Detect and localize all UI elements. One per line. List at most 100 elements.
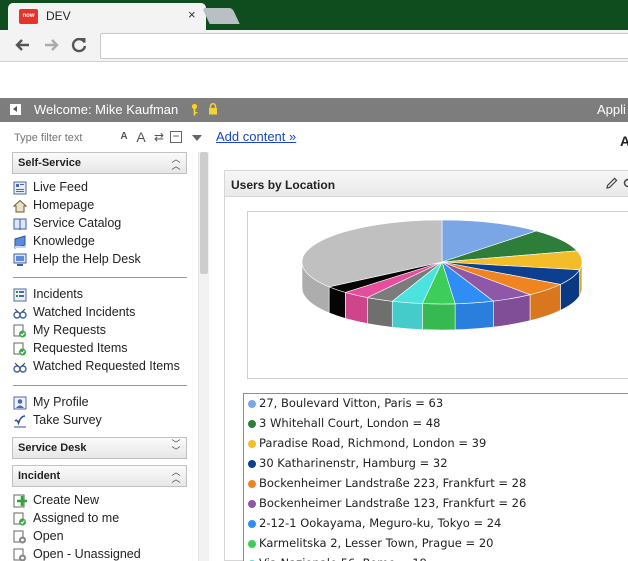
legend-item[interactable]: 3 Whitehall Court, London = 48 — [244, 414, 628, 434]
app-header-bar: Welcome: Mike Kaufman Appli — [0, 98, 628, 122]
sidebar-scroll-thumb[interactable] — [200, 152, 208, 274]
pie-slice-side-9[interactable] — [367, 297, 393, 328]
nav-item-label: Incidents — [33, 287, 84, 301]
page-title: A — [620, 133, 628, 149]
request-icon — [13, 342, 26, 356]
dropdown-arrow-icon[interactable] — [192, 135, 202, 141]
watch-icon — [13, 308, 27, 319]
nav-item-label: Open - Unassigned — [33, 547, 141, 561]
request-icon — [13, 324, 26, 338]
key-icon[interactable] — [190, 103, 199, 116]
section-header-self-service[interactable]: Self-Service ︿ ︿ — [12, 152, 187, 174]
help-desk-icon — [13, 253, 27, 266]
section-header-incident[interactable]: Incident ︿ ︿ — [12, 465, 187, 487]
nav-item-label: Live Feed — [33, 180, 88, 194]
collapse-all-icon[interactable]: − — [170, 130, 182, 143]
legend-item[interactable]: Bockenheimer Landstraße 123, Frankfurt =… — [244, 494, 628, 514]
pie-slice-side-6[interactable] — [454, 300, 494, 331]
legend-label: 30 Katharinenstr, Hamburg = 32 — [259, 456, 448, 470]
nav-item-label: Help the Help Desk — [33, 252, 141, 266]
gear-icon[interactable] — [622, 177, 628, 189]
chevron-up-icon[interactable]: ︿ ︿ — [171, 468, 181, 484]
nav-item-label: Take Survey — [33, 413, 102, 427]
legend-label: Paradise Road, Richmond, London = 39 — [259, 436, 487, 450]
add-content-link[interactable]: Add content » — [216, 129, 296, 144]
refresh-icon[interactable]: ⇄ — [152, 129, 166, 145]
nav-item-label: Homepage — [33, 198, 95, 212]
assigned-icon — [13, 512, 26, 526]
back-arrow-icon[interactable] — [12, 34, 34, 56]
nav-item-help-the-help-desk[interactable]: Help the Help Desk — [13, 251, 193, 269]
collapse-nav-icon[interactable] — [10, 104, 21, 115]
browser-tab[interactable]: now DEV × — [8, 3, 206, 30]
chevron-up-icon[interactable]: ︿ ︿ — [171, 155, 181, 171]
list-icon — [13, 288, 27, 302]
nav-item-my-requests[interactable]: My Requests — [13, 322, 193, 340]
legend-item[interactable]: Karmelitska 2, Lesser Town, Prague = 20 — [244, 534, 628, 554]
self-service-list-c: My Profile Take Survey — [13, 394, 193, 430]
watch-icon — [13, 362, 27, 373]
add-icon — [13, 494, 27, 508]
nav-item-watched-requested-items[interactable]: Watched Requested Items — [13, 358, 193, 376]
forward-arrow-icon[interactable] — [40, 34, 62, 56]
self-service-list-b: Incidents Watched Incidents My Requests … — [13, 286, 193, 376]
nav-item-requested-items[interactable]: Requested Items — [13, 340, 193, 358]
applications-link[interactable]: Appli — [597, 102, 626, 117]
edit-icon[interactable] — [606, 177, 618, 189]
browser-toolbar — [0, 30, 628, 62]
nav-item-knowledge[interactable]: Knowledge — [13, 233, 193, 251]
pie-chart-frame — [247, 211, 628, 379]
legend-label: Via Nazionale 56, Rome = 19 — [259, 556, 427, 561]
knowledge-icon — [14, 235, 26, 249]
pie-slice-side-8[interactable] — [391, 300, 423, 330]
catalog-icon — [13, 218, 27, 231]
survey-icon — [14, 415, 26, 428]
tab-close-icon[interactable]: × — [188, 7, 196, 22]
legend-swatch — [248, 460, 256, 468]
section-title: Service Desk — [18, 442, 87, 454]
legend-item[interactable]: 2-12-1 Ookayama, Meguro-ku, Tokyo = 24 — [244, 514, 628, 534]
sidebar-divider — [13, 385, 187, 386]
nav-item-create-new[interactable]: Create New — [13, 492, 193, 510]
nav-item-label: Open — [33, 529, 64, 543]
legend-item[interactable]: Via Nazionale 56, Rome = 19 — [244, 554, 628, 561]
legend-item[interactable]: 30 Katharinenstr, Hamburg = 32 — [244, 454, 628, 474]
address-bar[interactable] — [100, 33, 628, 59]
new-tab-button[interactable] — [202, 8, 240, 24]
nav-item-open[interactable]: Open — [13, 528, 193, 546]
nav-item-incidents[interactable]: Incidents — [13, 286, 193, 304]
nav-item-take-survey[interactable]: Take Survey — [13, 412, 193, 430]
nav-item-homepage[interactable]: Homepage — [13, 197, 193, 215]
lock-icon[interactable] — [208, 103, 218, 115]
open-icon — [13, 530, 26, 544]
nav-item-my-profile[interactable]: My Profile — [13, 394, 193, 412]
legend-swatch — [248, 500, 256, 508]
legend-item[interactable]: Paradise Road, Richmond, London = 39 — [244, 434, 628, 454]
chevron-down-icon[interactable]: ﹀ ﹀ — [171, 440, 181, 456]
filter-input[interactable] — [14, 130, 118, 146]
legend-item[interactable]: Bockenheimer Landstraße 223, Frankfurt =… — [244, 474, 628, 494]
filter-bar: A A ⇄ − — [8, 128, 208, 148]
sidebar-scrollbar[interactable] — [198, 152, 209, 561]
large-font-icon[interactable]: A — [134, 129, 148, 145]
users-by-location-widget: Users by Location 27, Boulevard Vitton, … — [224, 170, 628, 561]
tab-title: DEV — [46, 9, 71, 23]
reload-icon[interactable] — [68, 34, 90, 56]
widget-title: Users by Location — [231, 178, 336, 192]
chart-legend[interactable]: 27, Boulevard Vitton, Paris = 63 3 Whiteh… — [243, 393, 628, 561]
legend-swatch — [248, 440, 256, 448]
nav-item-open-unassigned[interactable]: Open - Unassigned — [13, 546, 193, 561]
section-header-service-desk[interactable]: Service Desk ﹀ ﹀ — [12, 437, 187, 459]
nav-item-label: Assigned to me — [33, 511, 120, 525]
legend-swatch — [248, 540, 256, 548]
nav-item-service-catalog[interactable]: Service Catalog — [13, 215, 193, 233]
legend-label: 3 Whitehall Court, London = 48 — [259, 416, 441, 430]
nav-item-watched-incidents[interactable]: Watched Incidents — [13, 304, 193, 322]
small-font-icon[interactable]: A — [118, 129, 130, 145]
nav-item-assigned-to-me[interactable]: Assigned to me — [13, 510, 193, 528]
open-icon — [13, 548, 26, 561]
pie-slice-side-7[interactable] — [422, 303, 456, 331]
nav-item-live-feed[interactable]: Live Feed — [13, 179, 193, 197]
servicenow-favicon: now — [19, 9, 38, 24]
legend-item[interactable]: 27, Boulevard Vitton, Paris = 63 — [244, 394, 628, 414]
